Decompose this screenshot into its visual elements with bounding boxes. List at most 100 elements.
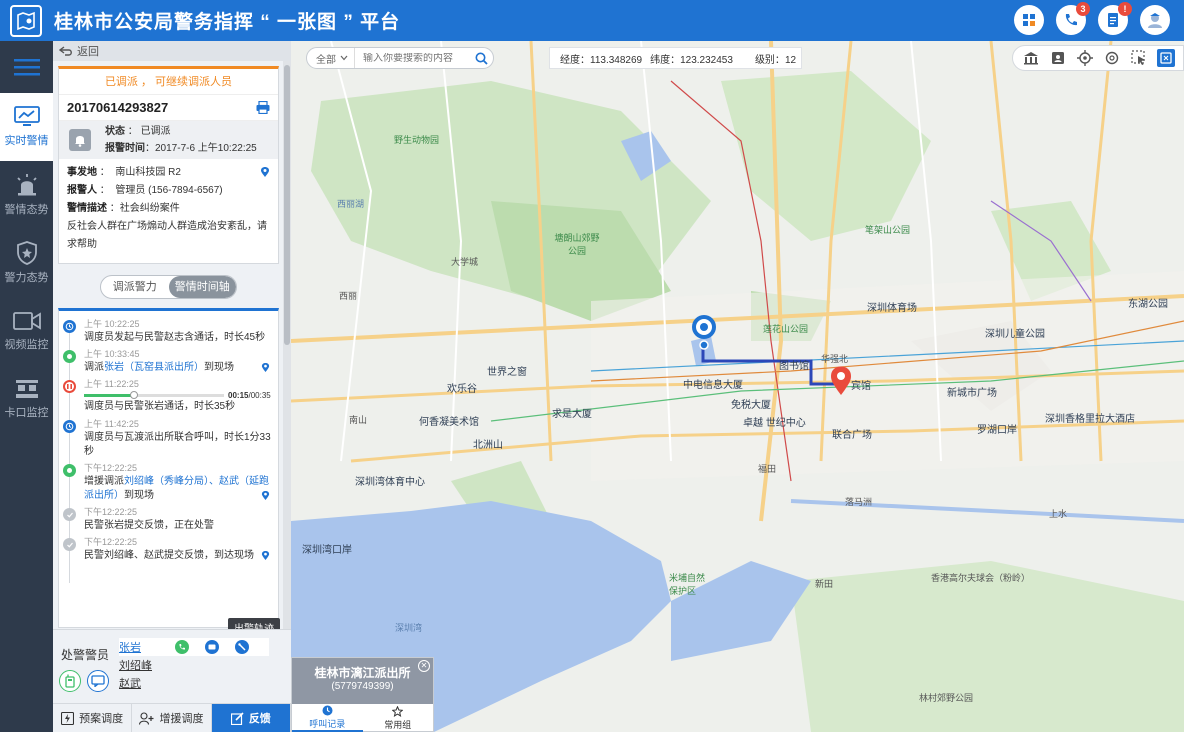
map-label: 深圳香格里拉大酒店	[1045, 414, 1135, 425]
tab-call-records[interactable]: 呼叫记录	[292, 704, 363, 732]
reporter-label: 报警人	[67, 185, 97, 196]
map-label: 上水	[1049, 509, 1068, 519]
police-shield-icon	[16, 241, 37, 265]
map-view[interactable]: 野生动物园 塘朗山郊野公园 西丽 大学城 南山 西丽湖 莲花山公园 笔架山公园 …	[291, 41, 1184, 732]
location-pin-icon[interactable]	[260, 166, 270, 178]
map-label: 欢乐谷	[447, 384, 477, 395]
latitude: 纬度：123.232453	[650, 54, 733, 66]
siren-icon	[16, 174, 37, 196]
nav-item-police-situation[interactable]: 警力态势	[0, 229, 53, 297]
clock-icon	[322, 705, 333, 715]
officer-row[interactable]: 刘绍峰	[119, 656, 269, 674]
search-icon[interactable]	[475, 52, 488, 65]
officer-row[interactable]: 张岩	[119, 638, 269, 656]
alert-timeline: 上午 10:22:25 调度员发起与民警赵志含通话，时长45秒 上午 10:33…	[58, 308, 279, 628]
message-button[interactable]	[87, 670, 109, 692]
dashboard-icon[interactable]	[1014, 5, 1044, 35]
description-value: 社会纠纷案件	[119, 203, 180, 214]
select-area-icon[interactable]	[1130, 49, 1148, 67]
dispatch-icon	[63, 350, 76, 363]
location-value: 南山科技园 R2	[115, 167, 181, 178]
nav-item-realtime-alerts[interactable]: 实时警情	[0, 93, 53, 161]
map-label: 南山	[349, 415, 368, 425]
map-logo-icon	[10, 4, 42, 37]
nav-item-video-monitor[interactable]: 视频监控	[0, 297, 53, 365]
timeline-item: 下午12:22:25 民警刘绍峰、赵武提交反馈，到达现场	[59, 535, 278, 563]
officer-link[interactable]: 张岩（瓦窑县派出所）	[104, 362, 204, 373]
audio-player[interactable]: 00:15/00:35	[84, 391, 272, 400]
clock-icon	[63, 320, 76, 333]
chat-icon[interactable]	[205, 640, 219, 654]
search-scope-select[interactable]: 全部	[307, 48, 355, 68]
back-button[interactable]: 返回	[53, 41, 291, 61]
officer-name[interactable]: 赵武	[119, 675, 175, 691]
call-icon[interactable]	[175, 640, 189, 654]
toolbox-icon[interactable]	[1156, 49, 1175, 67]
station-name: 桂林市漓江派出所	[314, 666, 411, 680]
location-pin-icon[interactable]	[261, 550, 270, 561]
locate-target-icon[interactable]	[1076, 49, 1094, 67]
map-label: 笔架山公园	[865, 225, 911, 235]
phone-icon[interactable]: 3	[1056, 2, 1090, 35]
building-layer-icon[interactable]	[1022, 49, 1040, 67]
location-pin-icon[interactable]	[261, 362, 270, 373]
audio-scrub-handle[interactable]	[130, 391, 139, 399]
add-user-icon	[139, 711, 154, 725]
tab-common-groups[interactable]: 常用组	[363, 704, 434, 732]
officer-name[interactable]: 刘绍峰	[119, 657, 175, 673]
incident-marker-icon[interactable]	[829, 365, 853, 397]
lightning-icon	[61, 711, 75, 725]
print-icon[interactable]	[256, 101, 270, 114]
responding-officers: 处警警员 张岩 刘绍峰 赵武	[53, 629, 291, 703]
checkpoint-icon	[15, 380, 38, 398]
tab-dispatch-force[interactable]: 调派警力	[101, 276, 169, 298]
reinforce-dispatch-button[interactable]: 增援调度	[132, 704, 212, 732]
video-camera-icon	[12, 312, 41, 330]
location-pin-icon[interactable]	[261, 490, 270, 501]
menu-toggle[interactable]	[0, 41, 53, 93]
close-icon[interactable]: ✕	[418, 660, 430, 672]
report-time-value: 2017-7-6 上午10:22:25	[155, 143, 257, 154]
edit-icon	[230, 711, 244, 725]
walkie-talkie-icon	[65, 674, 75, 688]
map-label: 莲花山公园	[763, 324, 809, 334]
timeline-item: 上午 11:42:25 调度员与瓦渡派出所联合呼叫，时长1分33秒	[59, 417, 278, 459]
left-nav: 实时警情 警情态势 警力态势 视频监控 卡口监控	[0, 41, 53, 732]
status-block: 状态 ： 已调派 报警时间：2017-7-6 上午10:22:25	[59, 121, 278, 159]
message-icon	[91, 675, 105, 687]
officer-row[interactable]: 赵武	[119, 674, 269, 692]
map-search: 全部	[306, 47, 494, 69]
map-label: 深圳湾	[395, 623, 423, 633]
feedback-button[interactable]: 反馈	[211, 704, 291, 732]
monitor-chart-icon	[13, 106, 40, 126]
phone-badge: 3	[1076, 2, 1090, 16]
map-label: 宾馆	[851, 381, 871, 392]
nav-label: 视频监控	[4, 339, 49, 351]
officer-name[interactable]: 张岩	[119, 639, 175, 655]
map-label: 新田	[815, 579, 834, 589]
tab-alert-timeline[interactable]: 警情时间轴	[168, 276, 236, 298]
panel-scrollbar-thumb[interactable]	[284, 65, 290, 345]
status-label: 状态	[105, 126, 125, 137]
search-input[interactable]	[363, 52, 473, 64]
hamburger-icon	[13, 59, 40, 76]
panel-action-bar: 预案调度 增援调度 反馈	[53, 703, 291, 732]
nav-label: 警情态势	[4, 204, 49, 216]
track-icon[interactable]	[235, 640, 249, 654]
app-title: 桂林市公安局警务指挥 “ 一张图 ” 平台	[54, 12, 401, 33]
case-id: 20170614293827	[67, 100, 169, 115]
audio-progress[interactable]	[84, 391, 224, 399]
plan-dispatch-button[interactable]: 预案调度	[53, 704, 133, 732]
crosshair-icon[interactable]	[1103, 49, 1121, 67]
avatar-icon[interactable]	[1140, 5, 1170, 35]
nav-item-alert-situation[interactable]: 警情态势	[0, 161, 53, 229]
origin-marker-icon[interactable]	[691, 315, 717, 351]
chevron-down-icon	[340, 55, 348, 61]
map-label: 西丽湖	[337, 199, 365, 209]
walkie-talkie-button[interactable]	[59, 670, 81, 692]
document-icon[interactable]: !	[1098, 2, 1132, 35]
officers-label: 处警警员	[61, 648, 110, 662]
id-card-icon[interactable]	[1049, 49, 1067, 67]
officer-list: 张岩 刘绍峰 赵武	[119, 638, 269, 692]
nav-item-checkpoint-monitor[interactable]: 卡口监控	[0, 365, 53, 433]
